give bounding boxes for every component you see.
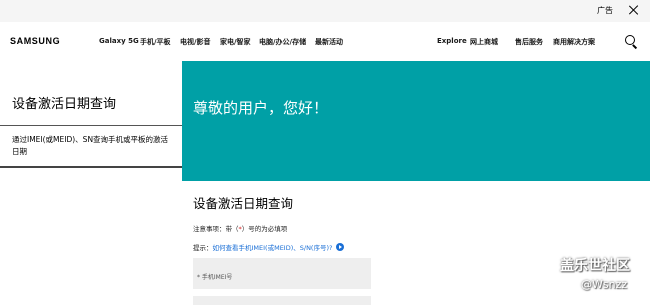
hero-title: 尊敬的用户，您好！ — [193, 99, 329, 117]
required-note: 注意事项：带（*）号的为必填项 — [193, 223, 287, 233]
nav-item-support[interactable]: 售后服务 — [515, 37, 543, 47]
arrow-right-icon[interactable] — [336, 243, 345, 251]
nav-item-explore[interactable]: Explore — [437, 37, 467, 45]
nav-item-galaxy-5g[interactable]: Galaxy 5G — [99, 37, 139, 45]
ad-label: 广告 — [597, 6, 613, 15]
samsung-logo[interactable]: SAMSUNG — [10, 36, 60, 46]
second-input[interactable] — [193, 296, 371, 305]
watermark-handle: @Wsnzz — [581, 278, 628, 291]
imei-input-placeholder: * 手机IMEI号 — [197, 274, 233, 281]
ad-bar: 广告 — [0, 0, 650, 22]
nav-item-phones-tablets[interactable]: 手机/平板 — [140, 37, 171, 47]
left-panel-subtitle: 通过IMEI(或MEID)、SN查询手机或平板的激活日期 — [12, 135, 169, 156]
nav-item-online-store[interactable]: 网上商城 — [470, 37, 498, 47]
imei-help-link[interactable]: 如何查看手机IMEI(或MEID)、S/N(序号)? — [213, 244, 333, 252]
nav-item-home-appliances[interactable]: 家电/智家 — [220, 37, 251, 47]
left-panel-title: 设备激活日期查询 — [12, 97, 117, 112]
nav-item-business-solutions[interactable]: 商用解决方案 — [553, 37, 595, 47]
hero-banner: 尊敬的用户，您好！ — [182, 61, 650, 181]
nav-item-computers-storage[interactable]: 电脑/办公/存储 — [259, 37, 306, 47]
watermark-title: 盖乐世社区 — [560, 258, 630, 274]
search-icon[interactable] — [625, 35, 638, 49]
required-note-prefix: 注意事项：带（ — [193, 225, 239, 233]
required-note-suffix: ）号的为必填项 — [241, 225, 288, 233]
divider — [0, 166, 182, 168]
site-header: SAMSUNG Galaxy 5G 手机/平板 电视/影音 家电/智家 电脑/办… — [0, 22, 650, 61]
tip-line: 提示：如何查看手机IMEI(或MEID)、S/N(序号)? — [193, 242, 345, 252]
form-title: 设备激活日期查询 — [193, 196, 294, 211]
nav-item-latest-events[interactable]: 最新活动 — [315, 37, 343, 47]
close-icon[interactable] — [627, 3, 641, 17]
divider — [0, 125, 182, 126]
nav-item-tv-av[interactable]: 电视/影音 — [180, 37, 211, 47]
tip-prefix: 提示： — [193, 244, 213, 252]
page: 广告 SAMSUNG Galaxy 5G 手机/平板 电视/影音 家电/智家 电… — [0, 0, 650, 305]
